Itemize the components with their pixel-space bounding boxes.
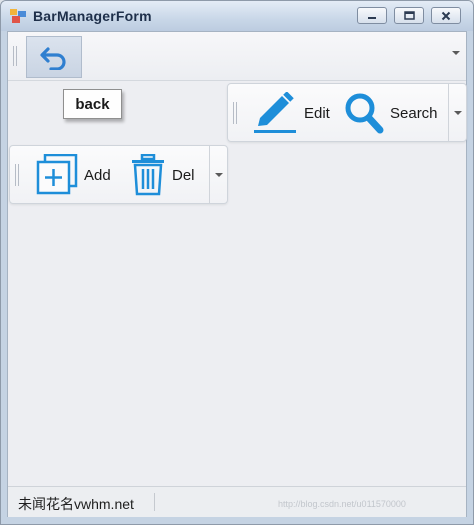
chevron-down-icon bbox=[215, 172, 223, 177]
add-toolbar: Add Del bbox=[9, 145, 228, 204]
edit-toolbar-dropdown[interactable] bbox=[448, 84, 467, 141]
pencil-icon bbox=[254, 92, 296, 133]
close-icon bbox=[441, 11, 451, 20]
add-square-icon bbox=[36, 154, 78, 195]
maximize-button[interactable] bbox=[394, 7, 424, 24]
title-bar[interactable]: BarManagerForm bbox=[1, 1, 473, 31]
status-bar: 未闻花名vwhm.net http://blog.csdn.net/u01157… bbox=[8, 486, 466, 517]
client-area: back Edit Search Add Del 未闻花名vwhm.net ht… bbox=[7, 31, 467, 517]
main-bar-customize-dropdown[interactable] bbox=[452, 51, 460, 55]
window-title: BarManagerForm bbox=[33, 8, 152, 24]
minimize-button[interactable] bbox=[357, 7, 387, 24]
back-button[interactable] bbox=[26, 36, 82, 78]
main-bar bbox=[8, 32, 466, 81]
maximize-icon bbox=[403, 11, 415, 20]
edit-toolbar-grip[interactable] bbox=[233, 102, 238, 124]
del-label: Del bbox=[172, 166, 195, 184]
main-bar-grip[interactable] bbox=[13, 46, 18, 66]
add-toolbar-dropdown[interactable] bbox=[209, 146, 228, 203]
magnifier-icon bbox=[345, 93, 384, 134]
minimize-icon bbox=[368, 16, 376, 19]
status-separator bbox=[154, 493, 155, 511]
delete-button[interactable]: Del bbox=[130, 154, 195, 196]
chevron-down-icon bbox=[454, 110, 462, 115]
search-button[interactable]: Search bbox=[344, 92, 438, 134]
search-label: Search bbox=[390, 104, 438, 122]
add-label: Add bbox=[84, 166, 111, 184]
bar-manager-window: BarManagerForm back Edit Search Add Del … bbox=[0, 0, 474, 525]
status-text: 未闻花名vwhm.net bbox=[18, 496, 134, 512]
app-icon bbox=[10, 9, 26, 23]
trash-icon bbox=[132, 154, 164, 196]
edit-button[interactable]: Edit bbox=[252, 92, 330, 134]
close-button[interactable] bbox=[431, 7, 461, 24]
edit-toolbar: Edit Search bbox=[227, 83, 467, 142]
chevron-down-icon bbox=[452, 51, 460, 55]
undo-arrow-icon bbox=[40, 47, 66, 70]
watermark-text: http://blog.csdn.net/u011570000 bbox=[278, 499, 406, 509]
add-button[interactable]: Add bbox=[36, 154, 111, 196]
back-tooltip: back bbox=[63, 89, 122, 119]
add-toolbar-grip[interactable] bbox=[15, 164, 20, 186]
edit-label: Edit bbox=[304, 104, 330, 122]
